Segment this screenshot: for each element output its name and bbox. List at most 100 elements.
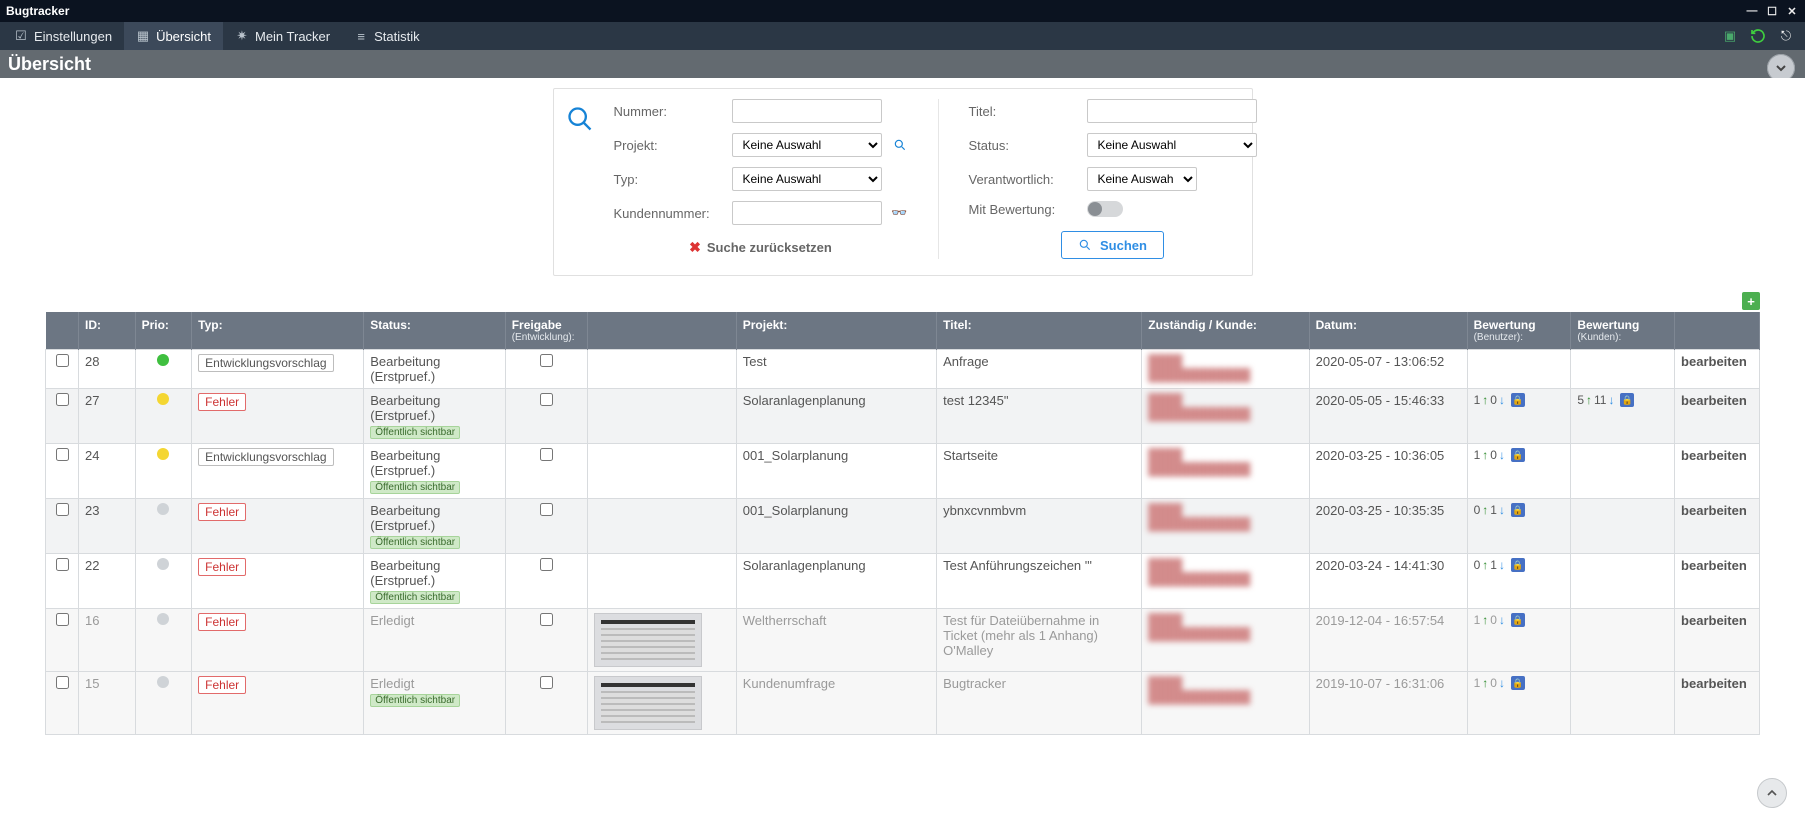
edit-link[interactable]: bearbeiten [1681, 448, 1747, 463]
edit-link[interactable]: bearbeiten [1681, 558, 1747, 573]
project-label: Projekt: [614, 138, 724, 153]
row-checkbox[interactable] [56, 354, 69, 367]
edit-link[interactable]: bearbeiten [1681, 393, 1747, 408]
row-checkbox[interactable] [56, 448, 69, 461]
priority-dot [157, 354, 169, 366]
arrow-up-icon: ↑ [1586, 393, 1592, 407]
close-button[interactable]: ✕ [1785, 4, 1799, 18]
col-bwkunde[interactable]: Bewertung(Kunden): [1571, 312, 1675, 350]
release-checkbox[interactable] [540, 448, 553, 461]
status-text: Erledigt [370, 613, 498, 628]
release-checkbox[interactable] [540, 354, 553, 367]
nav-settings-label: Einstellungen [34, 29, 112, 44]
binoculars-icon[interactable]: 👓 [892, 205, 908, 221]
table-row: 23FehlerBearbeitung (Erstpruef.)Öffentli… [46, 499, 1760, 554]
nav-overview[interactable]: ▦ Übersicht [124, 22, 223, 50]
priority-dot [157, 393, 169, 405]
type-badge: Entwicklungsvorschlag [198, 354, 333, 372]
status-text: Bearbeitung (Erstpruef.) [370, 354, 498, 384]
edit-link[interactable]: bearbeiten [1681, 676, 1747, 691]
priority-dot [157, 503, 169, 515]
grid-icon: ▦ [136, 29, 150, 43]
col-typ[interactable]: Typ: [192, 312, 364, 350]
type-select[interactable]: Keine Auswahl [732, 167, 882, 191]
status-text: Bearbeitung (Erstpruef.) [370, 448, 498, 478]
main-navbar: ☑ Einstellungen ▦ Übersicht ✷ Mein Track… [0, 22, 1805, 50]
nav-settings[interactable]: ☑ Einstellungen [2, 22, 124, 50]
assignee-redacted: ████████████████ [1148, 503, 1302, 531]
title-input[interactable] [1087, 99, 1257, 123]
nav-statistic[interactable]: ≡ Statistik [342, 22, 432, 50]
status-text: Bearbeitung (Erstpruef.) [370, 393, 498, 423]
lock-icon [1620, 393, 1634, 407]
row-checkbox[interactable] [56, 558, 69, 571]
col-datum[interactable]: Datum: [1309, 312, 1467, 350]
arrow-down-icon: ↓ [1608, 393, 1614, 407]
public-badge: Öffentlich sichtbar [370, 536, 460, 549]
assignee-redacted: ████████████████ [1148, 558, 1302, 586]
col-projekt[interactable]: Projekt: [736, 312, 936, 350]
withrating-label: Mit Bewertung: [969, 202, 1079, 217]
row-checkbox[interactable] [56, 613, 69, 626]
titlebar: Bugtracker — ☐ ✕ [0, 0, 1805, 22]
edit-link[interactable]: bearbeiten [1681, 613, 1747, 628]
col-freigabe[interactable]: Freigabe(Entwicklung): [505, 312, 588, 350]
minimize-button[interactable]: — [1745, 4, 1759, 18]
arrow-up-icon: ↑ [1482, 676, 1488, 690]
page-heading: Übersicht [8, 54, 91, 75]
edit-link[interactable]: bearbeiten [1681, 503, 1747, 518]
col-zust[interactable]: Zuständig / Kunde: [1142, 312, 1309, 350]
scroll-to-top[interactable] [1757, 778, 1787, 808]
status-text: Bearbeitung (Erstpruef.) [370, 558, 498, 588]
col-id[interactable]: ID: [79, 312, 136, 350]
status-select[interactable]: Keine Auswahl [1087, 133, 1257, 157]
search-panel: Nummer: Projekt: Keine Auswahl Typ: Kein… [553, 88, 1253, 276]
nav-overview-label: Übersicht [156, 29, 211, 44]
arrow-up-icon: ↑ [1482, 503, 1488, 517]
type-badge: Fehler [198, 393, 246, 411]
exit-tool[interactable]: ⎋ [1777, 27, 1795, 45]
table-row: 28EntwicklungsvorschlagBearbeitung (Erst… [46, 350, 1760, 389]
release-checkbox[interactable] [540, 613, 553, 626]
nav-mytracker[interactable]: ✷ Mein Tracker [223, 22, 342, 50]
col-prio[interactable]: Prio: [135, 312, 192, 350]
release-checkbox[interactable] [540, 393, 553, 406]
release-checkbox[interactable] [540, 503, 553, 516]
refresh-tool[interactable] [1749, 27, 1767, 45]
rating-cell: 5↑11↓ [1577, 393, 1668, 407]
title-label: Titel: [969, 104, 1079, 119]
thumbnail[interactable] [594, 676, 702, 730]
status-label: Status: [969, 138, 1079, 153]
picture-tool[interactable]: ▣ [1721, 27, 1739, 45]
project-select[interactable]: Keine Auswahl [732, 133, 882, 157]
thumbnail[interactable] [594, 613, 702, 667]
status-text: Bearbeitung (Erstpruef.) [370, 503, 498, 533]
project-search-icon[interactable] [892, 137, 908, 153]
number-label: Nummer: [614, 104, 724, 119]
reset-search-button[interactable]: ✖ Suche zurücksetzen [689, 239, 832, 256]
rating-cell: 1↑0↓ [1474, 613, 1565, 627]
col-titel[interactable]: Titel: [937, 312, 1142, 350]
arrow-up-icon: ↑ [1482, 558, 1488, 572]
bug-icon: ✷ [235, 29, 249, 43]
table-row: 24EntwicklungsvorschlagBearbeitung (Erst… [46, 444, 1760, 499]
edit-link[interactable]: bearbeiten [1681, 354, 1747, 369]
rating-cell: 1↑0↓ [1474, 676, 1565, 690]
row-checkbox[interactable] [56, 393, 69, 406]
withrating-toggle[interactable] [1087, 201, 1123, 217]
arrow-down-icon: ↓ [1499, 676, 1505, 690]
table-row: 22FehlerBearbeitung (Erstpruef.)Öffentli… [46, 554, 1760, 609]
release-checkbox[interactable] [540, 676, 553, 689]
responsible-select[interactable]: Keine Auswahl [1087, 167, 1197, 191]
maximize-button[interactable]: ☐ [1765, 4, 1779, 18]
release-checkbox[interactable] [540, 558, 553, 571]
arrow-down-icon: ↓ [1499, 613, 1505, 627]
customernumber-input[interactable] [732, 201, 882, 225]
row-checkbox[interactable] [56, 503, 69, 516]
row-checkbox[interactable] [56, 676, 69, 689]
col-bwuser[interactable]: Bewertung(Benutzer): [1467, 312, 1571, 350]
col-status[interactable]: Status: [364, 312, 505, 350]
search-button[interactable]: Suchen [1061, 231, 1164, 259]
number-input[interactable] [732, 99, 882, 123]
add-row-button[interactable]: + [1742, 292, 1760, 310]
